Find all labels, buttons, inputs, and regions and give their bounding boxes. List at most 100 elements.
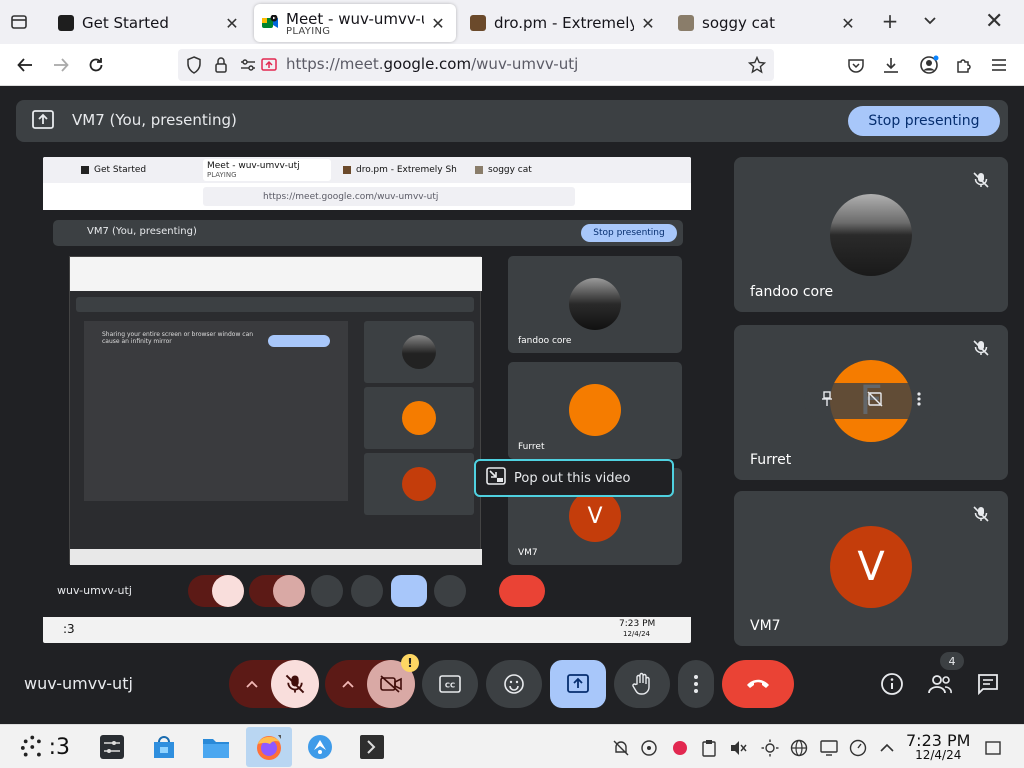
tab-list-icon[interactable] [8, 11, 30, 33]
mirrored-tab: Get Started [77, 159, 195, 181]
tab-soggy-cat[interactable]: soggy cat ✕ [670, 4, 866, 42]
more-options-icon[interactable] [916, 391, 922, 411]
mirror-level-2: Sharing your entire screen or browser wi… [69, 256, 482, 565]
terminal-favicon-icon [58, 15, 74, 31]
app-launcher-button[interactable]: :3 [20, 733, 70, 761]
download-icon[interactable] [880, 54, 902, 76]
forward-arrow-icon[interactable] [50, 54, 72, 76]
meeting-details-button[interactable] [878, 670, 906, 698]
bookmark-star-icon[interactable] [747, 55, 767, 78]
tray-expand-chevron-icon[interactable] [878, 739, 896, 757]
participant-tile-fandoo-core[interactable]: fandoo core [734, 157, 1008, 312]
kde-connect-icon[interactable] [640, 739, 658, 757]
leave-call-button[interactable] [722, 660, 794, 708]
tab-meet[interactable]: Meet - wuv-umvv-utj PLAYING ✕ [254, 4, 456, 42]
mirrored-clock-date: 12/4/24 [623, 630, 650, 638]
permissions-icon[interactable] [240, 57, 256, 77]
back-arrow-icon[interactable] [14, 54, 36, 76]
navigation-bar: https://meet.google.com/wuv-umvv-utj [0, 44, 1024, 86]
launcher-dots-icon [20, 735, 41, 757]
new-tab-icon[interactable]: + [880, 11, 900, 31]
raise-hand-button[interactable] [614, 660, 670, 708]
mirror-vm7-avatar [402, 467, 436, 501]
menu-hamburger-icon[interactable] [988, 54, 1010, 76]
captions-button[interactable]: CC [422, 660, 478, 708]
terminal-icon[interactable] [358, 733, 386, 761]
mirrored-tab: soggy cat [471, 159, 589, 181]
stop-presenting-button[interactable]: Stop presenting [848, 106, 1000, 136]
participant-tile-furret[interactable]: F Furret [734, 325, 1008, 480]
mirrored-presenting-label: VM7 (You, presenting) [87, 226, 197, 237]
mic-control-group [229, 660, 319, 708]
pop-out-icon [486, 467, 506, 489]
network-app-icon[interactable] [306, 733, 334, 761]
more-options-button[interactable] [678, 660, 714, 708]
mirrored-tile-name: VM7 [518, 548, 538, 558]
pop-out-video-tooltip[interactable]: Pop out this video [474, 459, 674, 497]
present-screen-button[interactable] [550, 660, 606, 708]
mic-off-icon [972, 339, 994, 361]
pop-out-label: Pop out this video [514, 470, 631, 486]
tab-get-started[interactable]: Get Started ✕ [50, 4, 250, 42]
svg-text:CC: CC [445, 682, 455, 690]
remove-from-view-icon[interactable] [867, 391, 883, 411]
mirror-level-3: Sharing your entire screen or browser wi… [84, 321, 348, 501]
participant-name: VM7 [750, 618, 781, 634]
notifications-off-icon[interactable] [612, 739, 630, 757]
closed-captions-icon: CC [439, 675, 461, 693]
presenting-label: VM7 (You, presenting) [72, 111, 237, 129]
system-settings-icon[interactable] [98, 733, 126, 761]
software-store-icon[interactable] [150, 733, 178, 761]
reload-icon[interactable] [85, 54, 107, 76]
tab-dro-pm[interactable]: dro.pm - Extremely Sh ✕ [462, 4, 666, 42]
account-icon[interactable] [918, 54, 940, 76]
url-prefix: https://meet. [286, 55, 384, 73]
mirrored-address-bar: https://meet.google.com/wuv-umvv-utj [203, 187, 575, 206]
address-bar[interactable]: https://meet.google.com/wuv-umvv-utj [178, 49, 774, 81]
mic-options-chevron-icon[interactable] [245, 676, 259, 695]
shield-icon[interactable] [186, 56, 202, 78]
url-path: /wuv-umvv-utj [471, 55, 579, 73]
close-tab-icon[interactable]: ✕ [840, 14, 856, 33]
firefox-icon[interactable] [252, 733, 286, 761]
reactions-button[interactable] [486, 660, 542, 708]
mirrored-cam-group [249, 575, 305, 607]
clock[interactable]: 7:23 PM 12/4/24 [906, 731, 970, 762]
mic-off-icon [972, 171, 994, 193]
file-manager-icon[interactable] [202, 733, 230, 761]
screen-share-indicator-icon[interactable] [261, 57, 277, 77]
close-tab-icon[interactable]: ✕ [430, 14, 446, 33]
participant-tile-vm7[interactable]: V VM7 [734, 491, 1008, 646]
clipboard-icon[interactable] [700, 739, 718, 757]
extensions-icon[interactable] [953, 54, 975, 76]
close-tab-icon[interactable]: ✕ [224, 14, 240, 33]
people-button[interactable] [926, 670, 954, 698]
mirror-deep-button [268, 335, 330, 347]
pin-icon[interactable] [820, 391, 834, 411]
url-text[interactable]: https://meet.google.com/wuv-umvv-utj [286, 55, 578, 73]
mirrored-presenting-banner: VM7 (You, presenting) Stop presenting [53, 220, 683, 246]
chevron-down-icon[interactable] [920, 11, 940, 31]
display-icon[interactable] [820, 739, 838, 757]
mic-off-icon [972, 505, 994, 527]
network-globe-icon[interactable] [790, 739, 808, 757]
close-tab-icon[interactable]: ✕ [640, 14, 656, 33]
mic-toggle-button[interactable] [271, 660, 319, 708]
mirrored-end-call [499, 575, 545, 607]
volume-muted-icon[interactable] [729, 739, 747, 757]
show-desktop-icon[interactable] [984, 739, 1002, 757]
mirror-level-2-banner [76, 297, 474, 312]
system-monitor-icon[interactable] [849, 739, 867, 757]
chat-button[interactable] [974, 670, 1002, 698]
camera-options-chevron-icon[interactable] [341, 676, 355, 695]
lock-icon[interactable] [214, 56, 228, 78]
dro-pm-favicon-icon [470, 15, 486, 31]
mirrored-tab: dro.pm - Extremely Sh [339, 159, 467, 181]
mirrored-launcher-label: :3 [63, 622, 75, 636]
brightness-icon[interactable] [761, 739, 779, 757]
close-window-icon[interactable]: ✕ [985, 9, 1003, 34]
present-screen-icon [32, 110, 54, 132]
pocket-icon[interactable] [845, 54, 867, 76]
mirrored-cc [311, 575, 343, 607]
screen-recording-indicator-icon[interactable] [671, 739, 689, 757]
